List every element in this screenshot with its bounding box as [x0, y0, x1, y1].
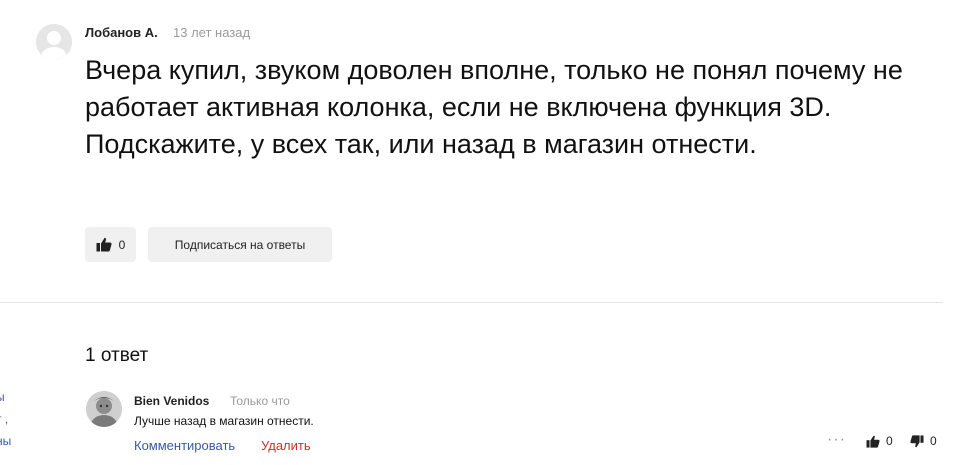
- answer-author-name[interactable]: Bien Venidos: [134, 394, 209, 408]
- question-author-name[interactable]: Лобанов А.: [85, 25, 158, 40]
- question-like-button[interactable]: 0: [85, 227, 136, 262]
- answer-timestamp: Только что: [230, 394, 290, 408]
- user-avatar-icon: [86, 391, 122, 427]
- answers-count: 1 ответ: [85, 345, 149, 366]
- answer-like-button[interactable]: 0: [866, 434, 893, 448]
- edge-fragment[interactable]: т ,: [0, 412, 8, 426]
- answer-author-avatar[interactable]: [86, 391, 122, 427]
- comment-link[interactable]: Комментировать: [134, 438, 235, 453]
- answer-dislike-button[interactable]: 0: [910, 434, 937, 448]
- answer-like-count: 0: [886, 434, 893, 448]
- thumbs-up-icon: [96, 237, 112, 252]
- question-text: Вчера купил, звуком доволен вполне, толь…: [85, 55, 903, 159]
- question-timestamp: 13 лет назад: [173, 25, 251, 40]
- more-dots-icon[interactable]: ···: [827, 431, 846, 449]
- edge-fragment[interactable]: ы: [0, 390, 5, 404]
- subscribe-answers-button[interactable]: Подписаться на ответы: [148, 227, 332, 262]
- question-author-avatar[interactable]: [36, 24, 72, 60]
- delete-link[interactable]: Удалить: [261, 438, 311, 453]
- section-divider: [0, 302, 943, 303]
- question-like-count: 0: [118, 237, 126, 252]
- edge-fragment[interactable]: ны: [0, 434, 11, 448]
- thumbs-down-icon: [910, 434, 924, 447]
- answer-dislike-count: 0: [930, 434, 937, 448]
- user-avatar-icon: [36, 24, 72, 60]
- answer-text: Лучше назад в магазин отнести.: [134, 414, 314, 428]
- thumbs-up-icon: [866, 435, 880, 448]
